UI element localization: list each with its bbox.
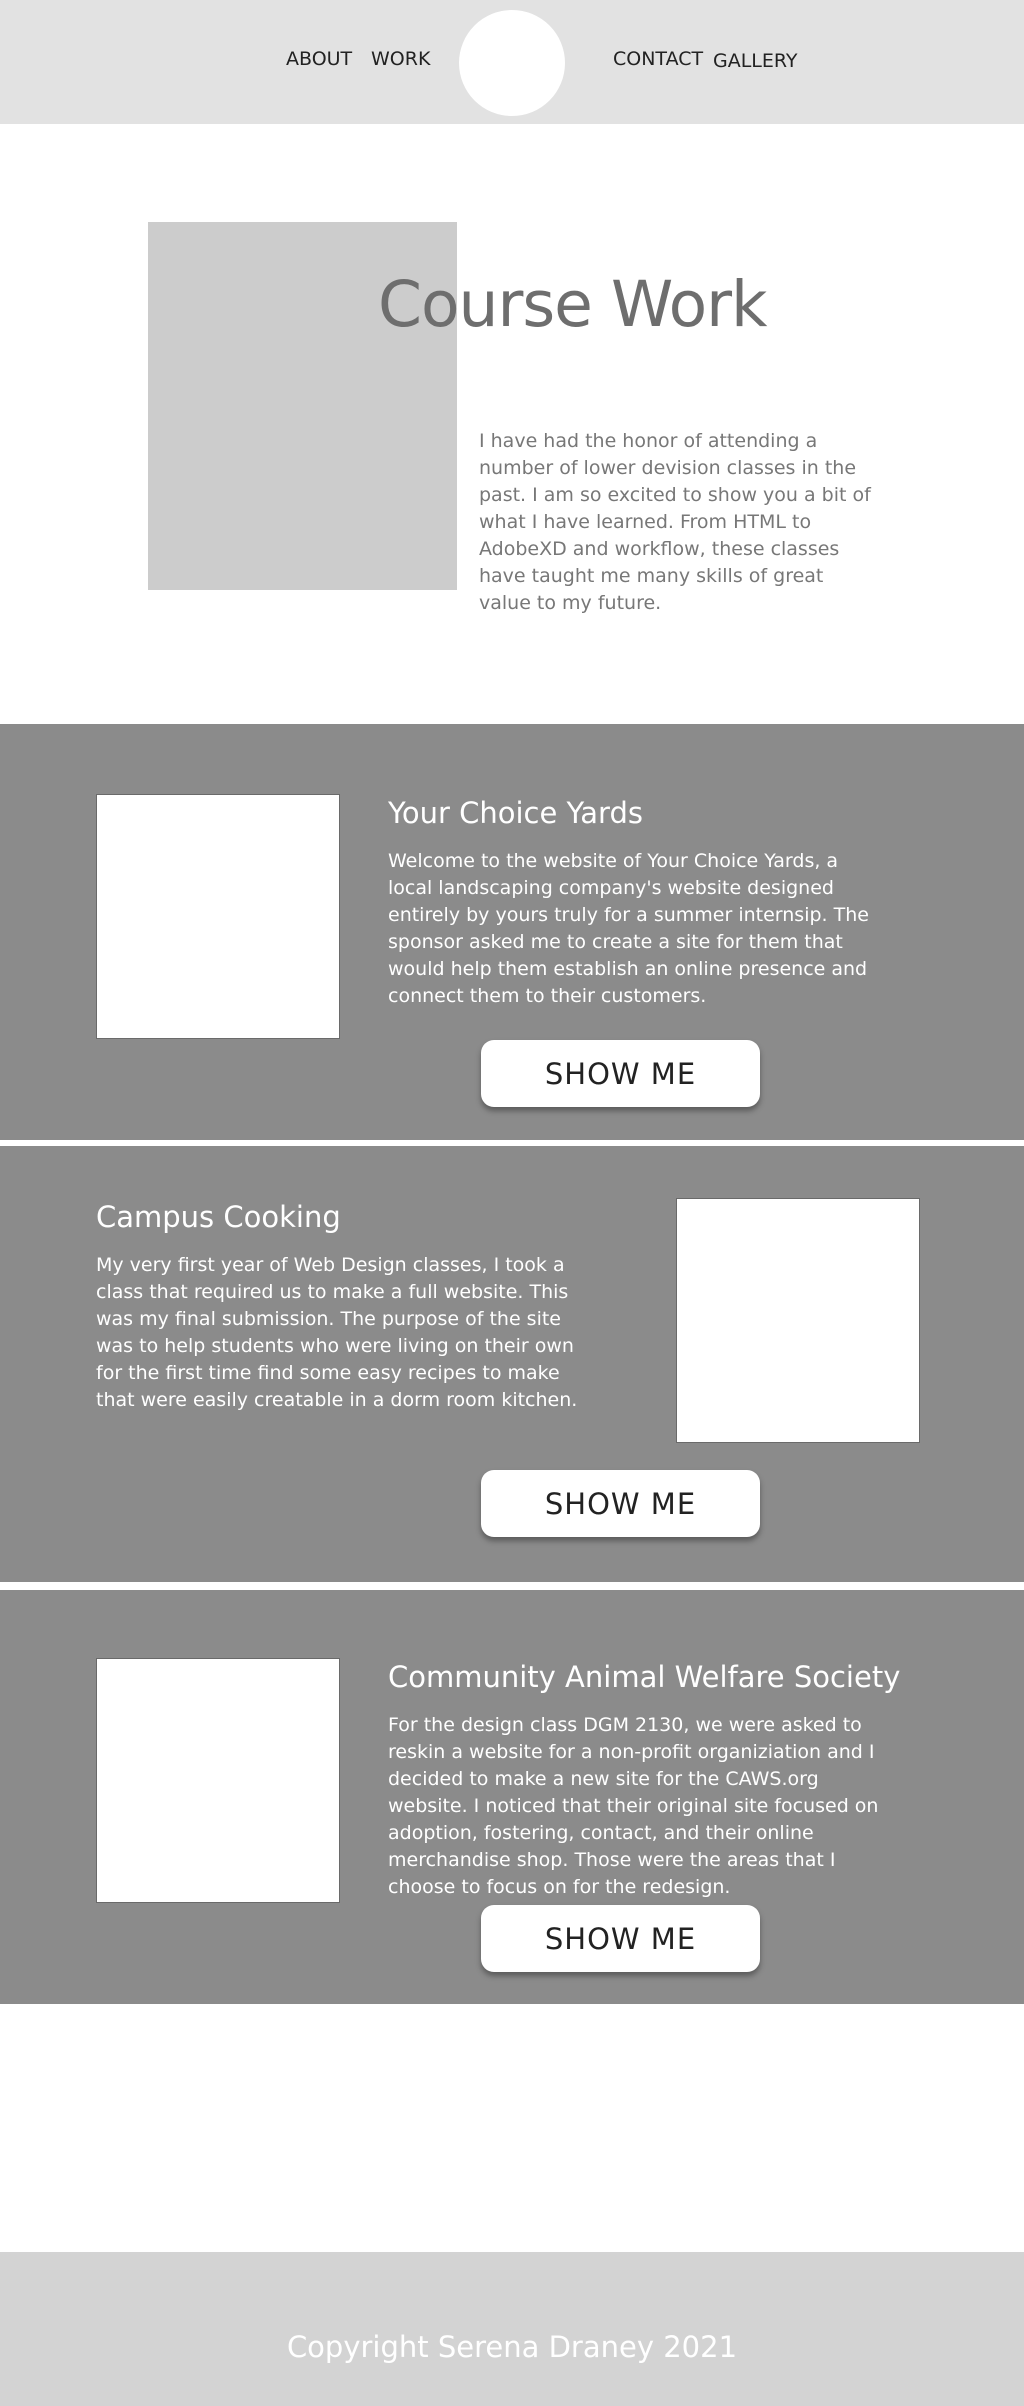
intro-text: I have had the honor of attending a numb… — [479, 430, 871, 614]
project-campus-cooking: Campus Cooking My very first year of Web… — [0, 1146, 1024, 1582]
site-footer: Copyright Serena Draney 2021 — [0, 2252, 1024, 2406]
project-description: Welcome to the website of Your Choice Ya… — [388, 850, 869, 1007]
project-description: My very first year of Web Design classes… — [96, 1254, 578, 1411]
project-title: Community Animal Welfare Society — [388, 1660, 901, 1694]
show-me-button[interactable]: SHOW ME — [481, 1040, 760, 1107]
nav-link-work[interactable]: WORK — [371, 50, 430, 69]
project-title: Campus Cooking — [96, 1200, 341, 1234]
project-title: Your Choice Yards — [388, 796, 643, 830]
page-title: Course Work — [378, 268, 768, 341]
nav-link-about[interactable]: ABOUT — [286, 50, 352, 69]
copyright-text: Copyright Serena Draney 2021 — [286, 2330, 738, 2364]
project-thumbnail — [676, 1198, 920, 1443]
project-thumbnail — [96, 794, 340, 1039]
project-thumbnail — [96, 1658, 340, 1903]
logo-circle[interactable] — [459, 10, 565, 116]
show-me-button[interactable]: SHOW ME — [481, 1905, 760, 1972]
nav-link-contact[interactable]: CONTACT — [613, 50, 703, 69]
project-caws: Community Animal Welfare Society For the… — [0, 1590, 1024, 2004]
project-your-choice-yards: Your Choice Yards Welcome to the website… — [0, 724, 1024, 1140]
show-me-button[interactable]: SHOW ME — [481, 1470, 760, 1537]
site-header: ABOUT WORK CONTACT GALLERY — [0, 0, 1024, 124]
nav-link-gallery[interactable]: GALLERY — [713, 52, 798, 71]
project-description: For the design class DGM 2130, we were a… — [388, 1714, 879, 1898]
